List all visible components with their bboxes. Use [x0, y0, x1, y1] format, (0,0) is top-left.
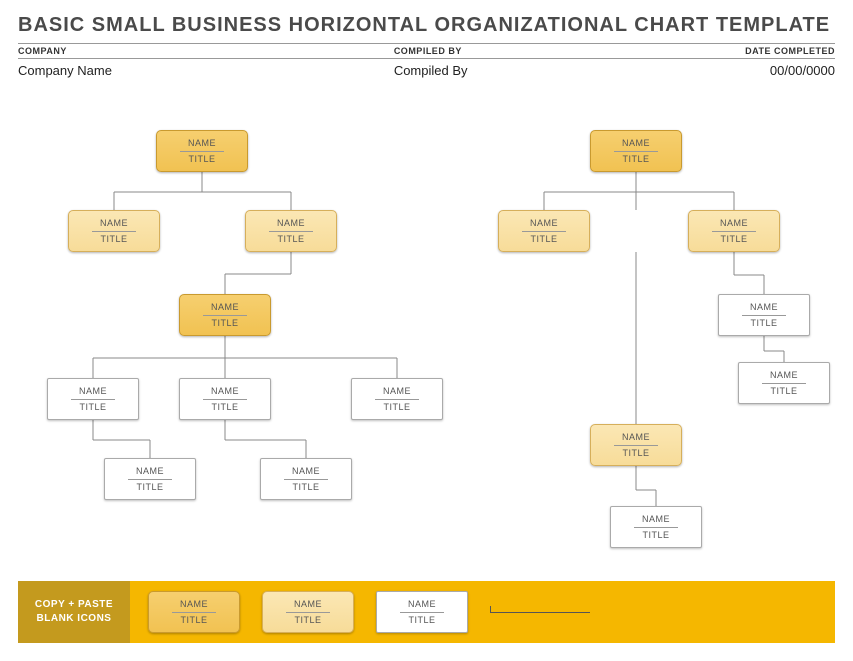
- org-node[interactable]: NAME TITLE: [245, 210, 337, 252]
- node-title: TITLE: [180, 615, 207, 625]
- node-title: TITLE: [642, 530, 669, 540]
- org-node[interactable]: NAME TITLE: [179, 294, 271, 336]
- swatch-node-white[interactable]: NAME TITLE: [376, 591, 468, 633]
- node-divider: [180, 151, 224, 152]
- footer-label: COPY + PASTE BLANK ICONS: [18, 581, 130, 643]
- node-title: TITLE: [622, 154, 649, 164]
- footer-label-line1: COPY + PASTE: [35, 598, 113, 612]
- node-divider: [284, 479, 328, 480]
- node-name: NAME: [622, 138, 650, 148]
- node-divider: [614, 445, 658, 446]
- compiled-by-value[interactable]: Compiled By: [394, 61, 655, 78]
- node-name: NAME: [79, 386, 107, 396]
- swatch-connector[interactable]: [490, 612, 590, 613]
- footer-swatches: NAME TITLE NAME TITLE NAME TITLE: [130, 581, 835, 643]
- node-divider: [128, 479, 172, 480]
- node-name: NAME: [136, 466, 164, 476]
- org-node[interactable]: NAME TITLE: [351, 378, 443, 420]
- node-divider: [375, 399, 419, 400]
- org-chart-canvas: NAMETITLE NAMETITLE NAMETITLE NAMETITLE …: [0, 100, 853, 572]
- date-completed-label: DATE COMPLETED: [655, 46, 835, 56]
- node-divider: [762, 383, 806, 384]
- node-name: NAME: [642, 514, 670, 524]
- header-values-row: Company Name Compiled By 00/00/0000: [0, 61, 853, 78]
- node-title: TITLE: [294, 615, 321, 625]
- header-labels-row: COMPANY COMPILED BY DATE COMPLETED: [0, 46, 853, 56]
- org-node[interactable]: NAME TITLE: [47, 378, 139, 420]
- divider: [18, 43, 835, 44]
- company-value[interactable]: Company Name: [18, 61, 394, 78]
- org-node[interactable]: NAME TITLE: [718, 294, 810, 336]
- node-title: TITLE: [136, 482, 163, 492]
- org-node[interactable]: NAME TITLE: [104, 458, 196, 500]
- node-title: TITLE: [720, 234, 747, 244]
- node-divider: [71, 399, 115, 400]
- org-node[interactable]: NAME TITLE: [610, 506, 702, 548]
- node-divider: [712, 231, 756, 232]
- node-name: NAME: [211, 302, 239, 312]
- node-name: NAME: [770, 370, 798, 380]
- node-title: TITLE: [277, 234, 304, 244]
- node-divider: [92, 231, 136, 232]
- divider: [18, 58, 835, 59]
- node-divider: [400, 612, 444, 613]
- node-title: TITLE: [622, 448, 649, 458]
- footer-label-line2: BLANK ICONS: [37, 612, 112, 626]
- node-title: TITLE: [408, 615, 435, 625]
- node-divider: [269, 231, 313, 232]
- org-node[interactable]: NAME TITLE: [156, 130, 248, 172]
- node-title: TITLE: [770, 386, 797, 396]
- node-title: TITLE: [383, 402, 410, 412]
- org-node[interactable]: NAME TITLE: [498, 210, 590, 252]
- node-name: NAME: [188, 138, 216, 148]
- node-name: NAME: [622, 432, 650, 442]
- node-title: TITLE: [750, 318, 777, 328]
- node-divider: [203, 315, 247, 316]
- node-title: TITLE: [100, 234, 127, 244]
- node-name: NAME: [530, 218, 558, 228]
- org-node[interactable]: NAME TITLE: [688, 210, 780, 252]
- org-node[interactable]: NAME TITLE: [260, 458, 352, 500]
- node-title: TITLE: [79, 402, 106, 412]
- org-node[interactable]: NAME TITLE: [179, 378, 271, 420]
- node-name: NAME: [180, 599, 208, 609]
- node-divider: [522, 231, 566, 232]
- page-title: BASIC SMALL BUSINESS HORIZONTAL ORGANIZA…: [0, 0, 853, 43]
- node-divider: [614, 151, 658, 152]
- node-title: TITLE: [292, 482, 319, 492]
- node-title: TITLE: [211, 402, 238, 412]
- swatch-node-light[interactable]: NAME TITLE: [262, 591, 354, 633]
- org-node[interactable]: NAME TITLE: [590, 424, 682, 466]
- node-divider: [172, 612, 216, 613]
- node-divider: [286, 612, 330, 613]
- node-name: NAME: [277, 218, 305, 228]
- node-divider: [742, 315, 786, 316]
- node-divider: [634, 527, 678, 528]
- node-name: NAME: [211, 386, 239, 396]
- node-title: TITLE: [188, 154, 215, 164]
- node-title: TITLE: [211, 318, 238, 328]
- date-completed-value[interactable]: 00/00/0000: [655, 61, 835, 78]
- node-name: NAME: [720, 218, 748, 228]
- node-title: TITLE: [530, 234, 557, 244]
- node-name: NAME: [292, 466, 320, 476]
- node-name: NAME: [408, 599, 436, 609]
- node-name: NAME: [294, 599, 322, 609]
- footer-swatch-bar: COPY + PASTE BLANK ICONS NAME TITLE NAME T…: [18, 581, 835, 643]
- org-node[interactable]: NAME TITLE: [68, 210, 160, 252]
- node-name: NAME: [750, 302, 778, 312]
- org-node[interactable]: NAME TITLE: [590, 130, 682, 172]
- node-name: NAME: [383, 386, 411, 396]
- compiled-by-label: COMPILED BY: [394, 46, 655, 56]
- node-name: NAME: [100, 218, 128, 228]
- node-divider: [203, 399, 247, 400]
- company-label: COMPANY: [18, 46, 394, 56]
- org-node[interactable]: NAME TITLE: [738, 362, 830, 404]
- swatch-node-dark[interactable]: NAME TITLE: [148, 591, 240, 633]
- connector-lines: [0, 100, 853, 572]
